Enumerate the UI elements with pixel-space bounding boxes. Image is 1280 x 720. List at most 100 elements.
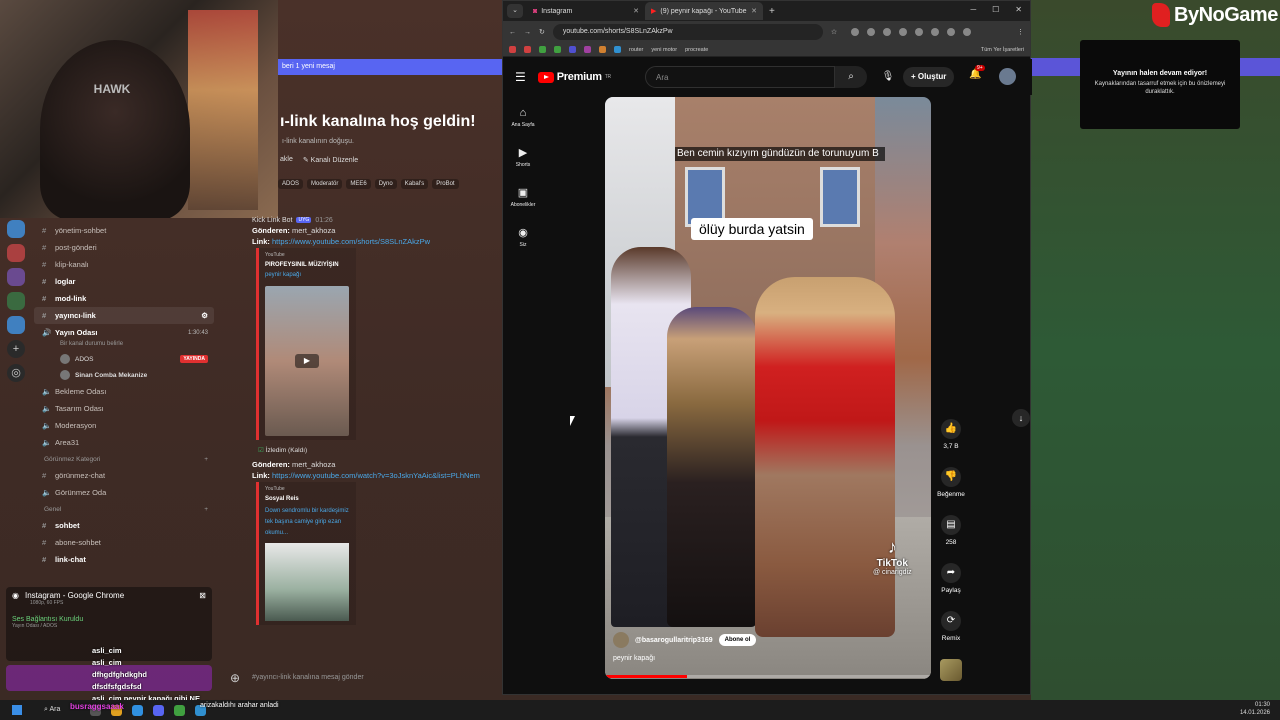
close-tab-icon[interactable]: ✕	[633, 7, 639, 15]
embed-thumbnail[interactable]: ▶	[265, 286, 349, 436]
extension-icon[interactable]	[963, 28, 972, 36]
share-button[interactable]: ➦ Paylaş	[935, 563, 967, 611]
channel-item[interactable]: # mod-link	[34, 290, 214, 307]
voice-room[interactable]: 🔈 Tasarım Odası	[34, 400, 214, 417]
settings-icon[interactable]: ⚙	[201, 311, 208, 320]
category-header[interactable]: Genel +	[34, 501, 214, 517]
tab-instagram[interactable]: ◙ Instagram ✕	[527, 2, 645, 20]
short-title[interactable]: peynir kapağı	[613, 655, 655, 662]
message-link[interactable]: https://www.youtube.com/shorts/S8SLnZAkz…	[272, 237, 430, 246]
channel-action-1[interactable]: akle	[280, 156, 293, 164]
remix-button[interactable]: ⟳ Remix	[935, 611, 967, 659]
extension-icon[interactable]	[915, 28, 924, 36]
extension-icon[interactable]	[899, 28, 908, 36]
voice-room[interactable]: 🔈 Bekleme Odası	[34, 383, 214, 400]
sound-thumbnail[interactable]	[940, 659, 962, 681]
edit-channel-button[interactable]: ✎ Kanalı Düzenle	[303, 156, 358, 164]
bookmark-item[interactable]: yeni motor	[651, 47, 677, 53]
taskbar-search[interactable]: ⌕ Ara	[44, 706, 60, 714]
sidebar-item-shorts[interactable]: ▶ Shorts	[503, 137, 543, 177]
add-channel-icon[interactable]: +	[204, 506, 208, 513]
reload-icon[interactable]: ↻	[539, 28, 545, 36]
search-button[interactable]: ⌕	[835, 66, 867, 88]
server-icon[interactable]	[7, 292, 25, 310]
embed-author[interactable]: PIROFEYSINIL MÜZIYİŞIN	[265, 262, 350, 268]
close-tab-icon[interactable]: ✕	[751, 7, 757, 15]
channel-item[interactable]: # klip-kanalı	[34, 256, 214, 273]
role-chip[interactable]: ProBot	[432, 179, 459, 189]
channel-item[interactable]: # yönetim-sohbet	[34, 222, 214, 239]
play-icon[interactable]: ▶	[295, 354, 319, 368]
minimize-icon[interactable]: ─	[970, 5, 976, 14]
channel-item-active[interactable]: # yayıncı-link ⚙	[34, 307, 214, 324]
role-chip[interactable]: MEE6	[346, 179, 371, 189]
search-input[interactable]: Ara	[645, 66, 835, 88]
channel-item[interactable]: # sohbet	[34, 517, 214, 534]
embed-thumbnail[interactable]	[265, 543, 349, 621]
server-icon[interactable]	[7, 220, 25, 238]
close-window-icon[interactable]: ✕	[1015, 5, 1022, 14]
voice-room[interactable]: 🔈 Moderasyon	[34, 417, 214, 434]
new-messages-bar[interactable]: beri 1 yeni mesaj	[278, 59, 502, 75]
short-video-player[interactable]: Ben cemin kızıyım gündüzün de torunuyum …	[605, 97, 931, 679]
server-icon[interactable]	[7, 316, 25, 334]
extension-icon[interactable]	[947, 28, 956, 36]
app-icon[interactable]	[174, 704, 186, 716]
channel-item[interactable]: # link-chat	[34, 551, 214, 568]
chrome-menu-icon[interactable]: ⋮	[1017, 28, 1024, 36]
forward-icon[interactable]: →	[524, 29, 531, 36]
voice-user[interactable]: ADOS YAYINDA	[34, 351, 214, 367]
bookmark-item[interactable]: Tüm Yer İşaretleri	[981, 47, 1024, 53]
role-chip[interactable]: ADOS	[278, 179, 304, 189]
channel-item[interactable]: # abone-sohbet	[34, 534, 214, 551]
voice-room[interactable]: 🔈 Görünmez Oda	[34, 484, 214, 501]
new-tab-icon[interactable]: +	[763, 6, 781, 17]
role-chip[interactable]: Moderatör	[307, 179, 343, 189]
bookmark-icon[interactable]	[569, 46, 576, 53]
system-tray[interactable]: 01:30 14.01.2026	[1240, 701, 1270, 717]
server-icon[interactable]	[7, 268, 25, 286]
extension-icon[interactable]	[883, 28, 892, 36]
youtube-logo[interactable]: Premium TR	[537, 71, 611, 83]
bookmark-star-icon[interactable]: ☆	[831, 28, 837, 36]
extension-icon[interactable]	[931, 28, 940, 36]
tab-youtube[interactable]: ▶ (9) peynir kapağı - YouTube ✕	[645, 2, 763, 20]
sidebar-item-home[interactable]: ⌂ Ana Sayfa	[503, 97, 543, 137]
sidebar-item-you[interactable]: ◉ Siz	[503, 217, 543, 257]
sidebar-item-subscriptions[interactable]: ▣ Abonelikler	[503, 177, 543, 217]
channel-item[interactable]: # loglar	[34, 273, 214, 290]
menu-icon[interactable]: ☰	[515, 70, 526, 84]
bot-name[interactable]: Kick Link Bot	[252, 217, 292, 224]
create-button[interactable]: + Oluştur	[903, 67, 955, 87]
like-button[interactable]: 👍 3,7 B	[935, 419, 967, 467]
explore-icon[interactable]: ◎	[7, 364, 25, 382]
mic-icon[interactable]: 🎙	[879, 68, 897, 86]
extension-icon[interactable]	[867, 28, 876, 36]
windows-icon[interactable]	[12, 705, 22, 715]
server-icon[interactable]	[7, 244, 25, 262]
voice-user[interactable]: Sinan Comba Mekanize	[34, 367, 214, 383]
embed-title[interactable]: peynir kapağı	[265, 272, 350, 278]
bookmark-icon[interactable]	[554, 46, 561, 53]
message-link[interactable]: https://www.youtube.com/watch?v=3oJsknYa…	[272, 471, 480, 480]
next-short-icon[interactable]: ↓	[1012, 409, 1030, 427]
back-icon[interactable]: ←	[509, 29, 516, 36]
bookmark-item[interactable]: router	[629, 47, 643, 53]
tab-search-icon[interactable]: ⌄	[507, 4, 523, 18]
add-server-icon[interactable]: +	[7, 340, 25, 358]
app-icon[interactable]	[132, 704, 144, 716]
voice-room[interactable]: 🔈 Area31	[34, 434, 214, 451]
bookmark-icon[interactable]	[584, 46, 591, 53]
voice-channel-status[interactable]: Bir kanal durumu belirle	[34, 341, 214, 351]
progress-bar[interactable]	[605, 675, 931, 678]
avatar[interactable]	[999, 68, 1016, 85]
stop-stream-icon[interactable]: ⊠	[199, 591, 206, 600]
bell-icon[interactable]: 🔔 9+	[969, 65, 985, 80]
bookmark-icon[interactable]	[509, 46, 516, 53]
maximize-icon[interactable]: ☐	[992, 5, 999, 14]
bookmark-icon[interactable]	[539, 46, 546, 53]
url-input[interactable]: youtube.com/shorts/S8SLnZAkzPw	[552, 24, 823, 40]
message-input[interactable]: ⊕ #yayıncı-link kanalına mesaj gönder	[222, 667, 502, 689]
comments-button[interactable]: ▤ 258	[935, 515, 967, 563]
subscribe-button[interactable]: Abone ol	[718, 634, 757, 646]
